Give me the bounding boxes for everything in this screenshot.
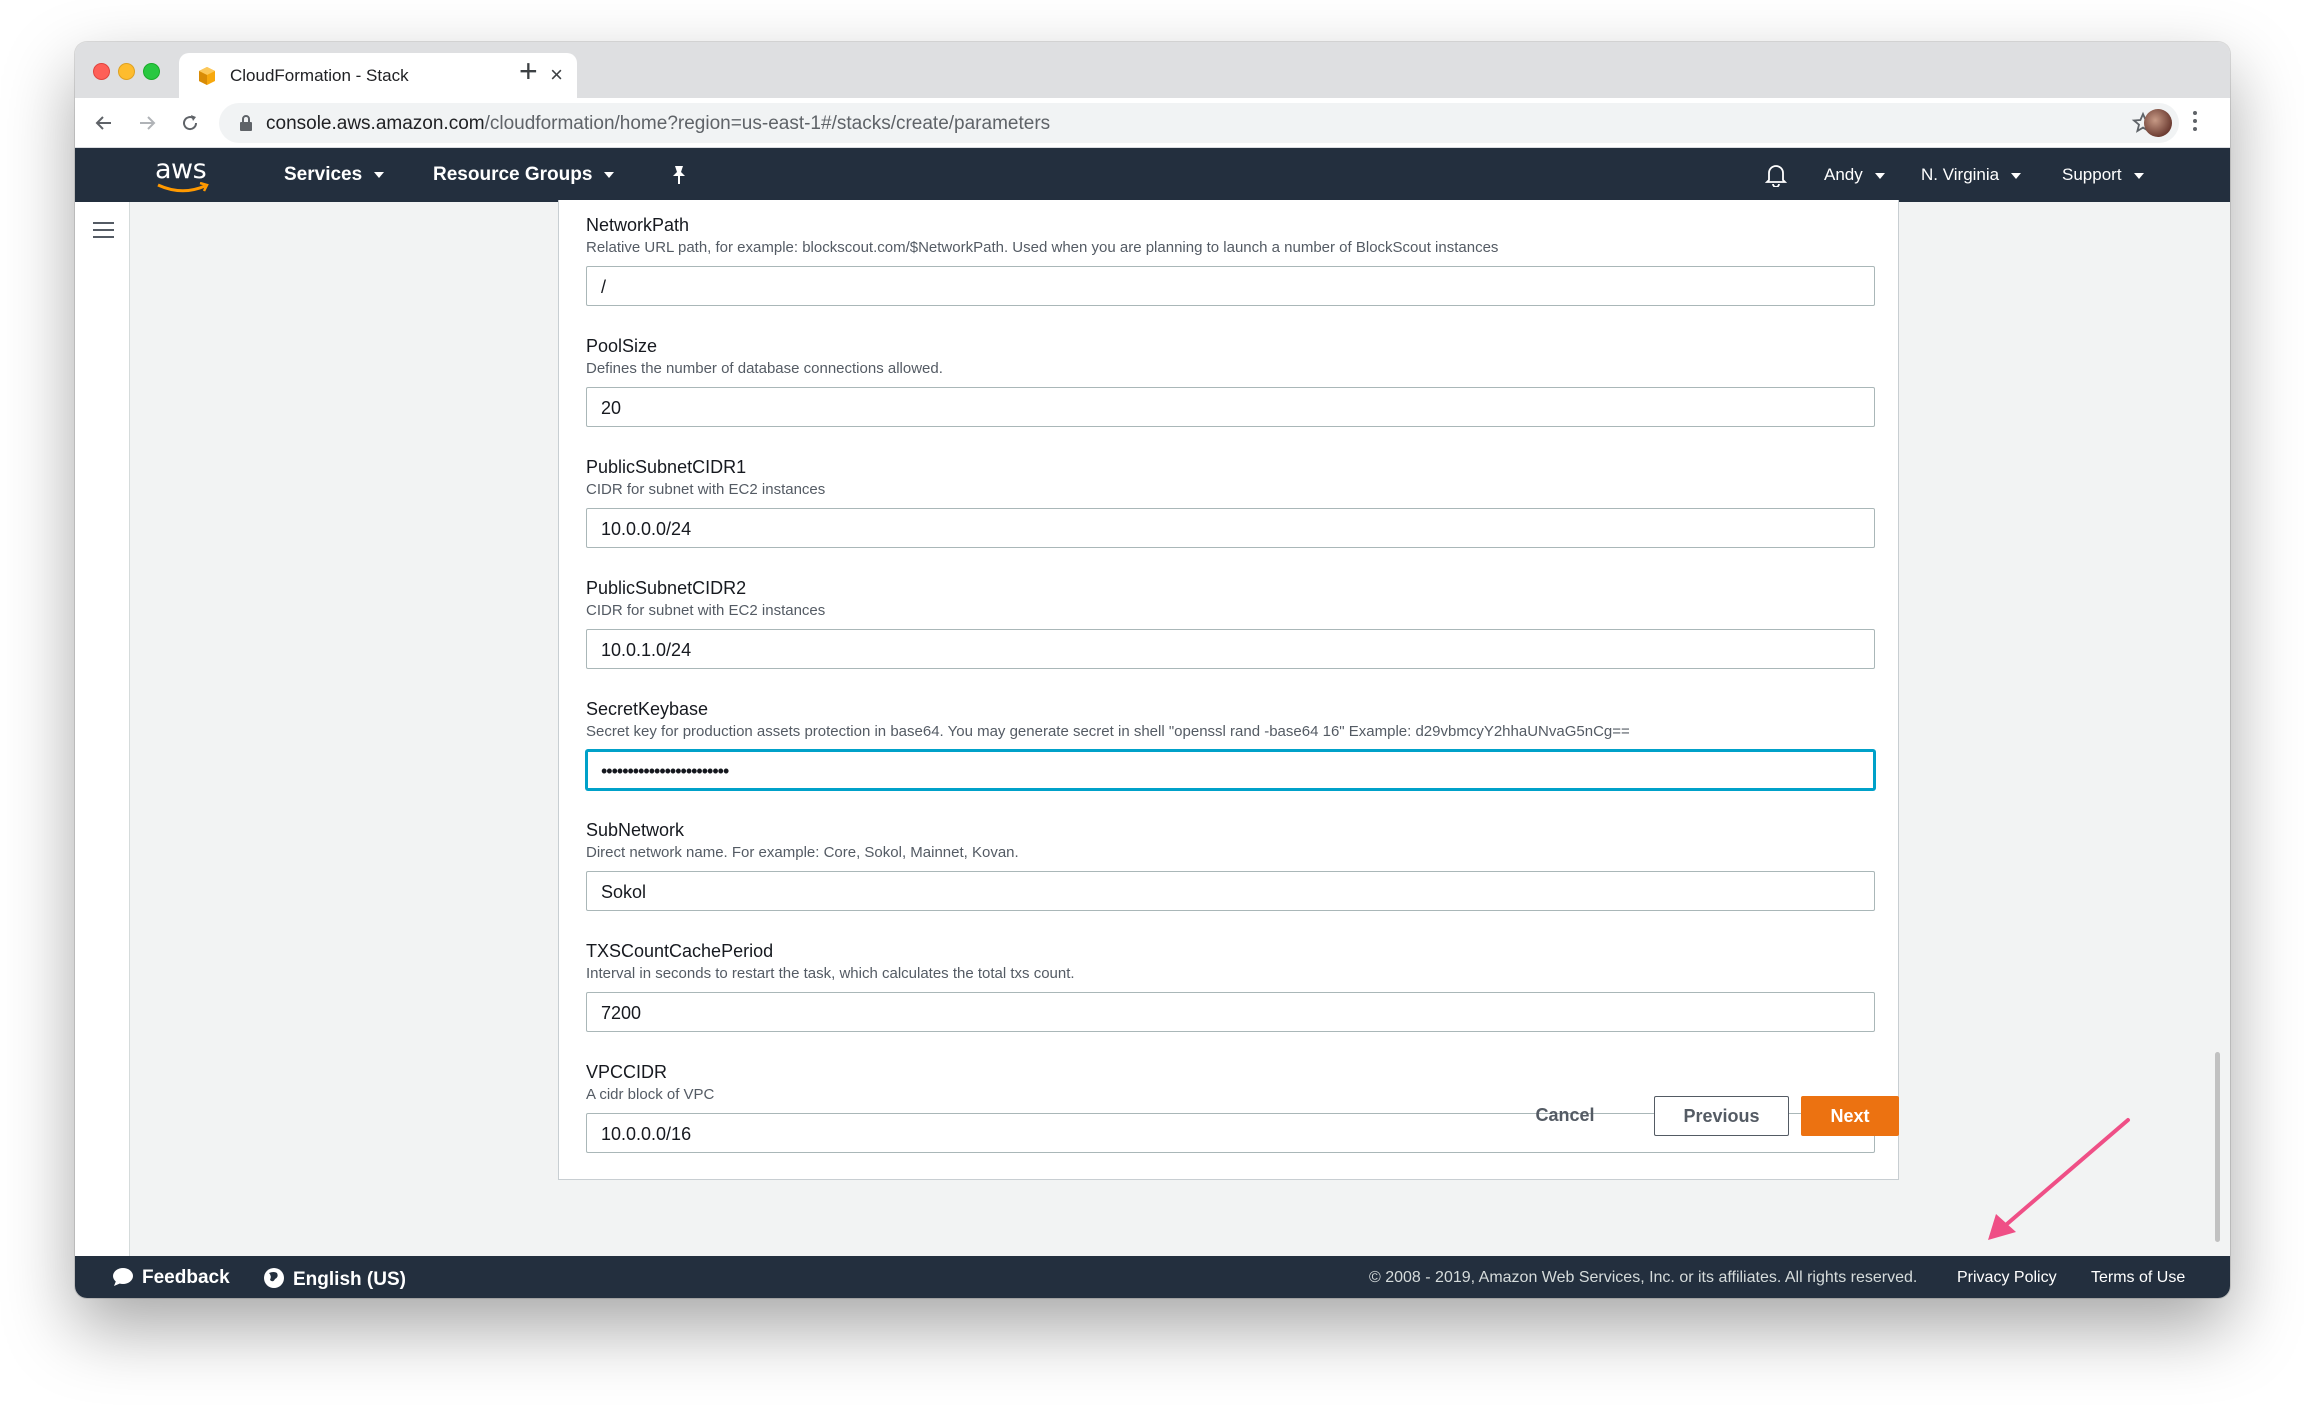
page-scrollbar[interactable] <box>2215 1052 2220 1242</box>
browser-menu-icon[interactable] <box>2193 111 2199 135</box>
parameter-secret-keybase: SecretKeybase Secret key for production … <box>586 698 1876 790</box>
chevron-down-icon <box>374 171 385 178</box>
previous-button[interactable]: Previous <box>1654 1096 1789 1136</box>
privacy-policy-link[interactable]: Privacy Policy <box>1957 1269 2057 1287</box>
url-text[interactable]: console.aws.amazon.com/cloudformation/ho… <box>266 113 1050 135</box>
field-label: PublicSubnetCIDR2 <box>586 578 747 598</box>
secret-keybase-password-input[interactable]: •••••••••••••••••••••••• <box>586 750 1875 790</box>
console-footer: Feedback English (US) © 2008 - 2019, Ama… <box>75 1256 2230 1298</box>
notifications-bell-icon[interactable] <box>1765 163 1787 187</box>
language-selector[interactable]: English (US) <box>263 1267 406 1291</box>
back-arrow-icon[interactable] <box>89 108 119 138</box>
url-host: console.aws.amazon.com <box>266 113 485 134</box>
close-window-button[interactable] <box>93 63 110 80</box>
field-description: CIDR for subnet with EC2 instances <box>586 602 826 619</box>
field-description: Direct network name. For example: Core, … <box>586 844 1019 861</box>
copyright-text: © 2008 - 2019, Amazon Web Services, Inc.… <box>1369 1269 1918 1286</box>
parameter-txs-count-cache-period: TXSCountCachePeriod Interval in seconds … <box>586 940 1876 1032</box>
field-description: Interval in seconds to restart the task,… <box>586 965 1075 982</box>
field-label: SubNetwork <box>586 820 685 840</box>
chevron-down-icon <box>1874 172 1885 179</box>
maximize-window-button[interactable] <box>143 63 160 80</box>
hamburger-menu-icon[interactable] <box>93 222 114 243</box>
region-label: N. Virginia <box>1921 165 2000 184</box>
cloudformation-favicon-icon <box>199 67 215 85</box>
public-subnet-cidr1-input[interactable]: 10.0.0.0/24 <box>586 508 1875 548</box>
address-bar[interactable]: console.aws.amazon.com/cloudformation/ho… <box>219 103 2179 143</box>
reload-icon[interactable] <box>175 108 205 138</box>
region-menu[interactable]: N. Virginia <box>1921 165 2022 185</box>
sub-network-input[interactable]: Sokol <box>586 871 1875 911</box>
resource-groups-label: Resource Groups <box>433 164 593 185</box>
tab-strip: CloudFormation - Stack × + <box>75 42 2230 98</box>
services-label: Services <box>284 164 363 185</box>
field-label: VPCCIDR <box>586 1062 668 1082</box>
field-label: PublicSubnetCIDR1 <box>586 457 747 477</box>
aws-logo[interactable]: aws <box>155 154 211 194</box>
field-label: TXSCountCachePeriod <box>586 941 774 961</box>
browser-tab[interactable]: CloudFormation - Stack × <box>179 53 577 98</box>
next-button[interactable]: Next <box>1801 1096 1899 1136</box>
forward-arrow-icon[interactable] <box>132 108 162 138</box>
support-label: Support <box>2062 165 2122 184</box>
lock-icon <box>240 115 252 131</box>
terms-of-use-link[interactable]: Terms of Use <box>2091 1269 2185 1287</box>
chevron-down-icon <box>604 171 615 178</box>
tab-title: CloudFormation - Stack <box>230 66 409 85</box>
field-description: Relative URL path, for example: blocksco… <box>586 239 1499 256</box>
field-label: PoolSize <box>586 336 658 356</box>
parameter-sub-network: SubNetwork Direct network name. For exam… <box>586 819 1876 911</box>
parameter-pool-size: PoolSize Defines the number of database … <box>586 335 1876 427</box>
txs-count-cache-period-input[interactable]: 7200 <box>586 992 1875 1032</box>
language-label: English (US) <box>293 1269 406 1290</box>
network-path-input[interactable]: / <box>586 266 1875 306</box>
feedback-speech-bubble-icon <box>113 1268 133 1286</box>
globe-icon <box>264 1268 284 1288</box>
public-subnet-cidr2-input[interactable]: 10.0.1.0/24 <box>586 629 1875 669</box>
support-menu[interactable]: Support <box>2062 165 2144 185</box>
feedback-label: Feedback <box>142 1267 230 1288</box>
chevron-down-icon <box>2133 172 2144 179</box>
main-content: NetworkPath Relative URL path, for examp… <box>75 200 2230 1256</box>
browser-window: CloudFormation - Stack × + console.aws.a… <box>75 42 2230 1298</box>
parameter-public-subnet-cidr2: PublicSubnetCIDR2 CIDR for subnet with E… <box>586 577 1876 669</box>
aws-smile-icon <box>157 182 209 193</box>
new-tab-button[interactable]: + <box>519 54 538 88</box>
field-label: SecretKeybase <box>586 699 709 719</box>
services-menu[interactable]: Services <box>284 164 385 186</box>
field-description: Secret key for production assets protect… <box>586 723 1630 740</box>
field-description: Defines the number of database connectio… <box>586 360 943 377</box>
parameter-network-path: NetworkPath Relative URL path, for examp… <box>586 214 1876 306</box>
url-path: /cloudformation/home?region=us-east-1#/s… <box>484 113 1051 134</box>
minimize-window-button[interactable] <box>118 63 135 80</box>
user-menu[interactable]: Andy <box>1824 165 1885 185</box>
profile-avatar[interactable] <box>2144 109 2172 137</box>
tab-close-icon[interactable]: × <box>550 62 563 88</box>
side-nav <box>75 202 130 1256</box>
browser-toolbar: console.aws.amazon.com/cloudformation/ho… <box>75 98 2230 148</box>
parameters-panel: NetworkPath Relative URL path, for examp… <box>558 200 1899 1180</box>
parameter-public-subnet-cidr1: PublicSubnetCIDR1 CIDR for subnet with E… <box>586 456 1876 548</box>
chevron-down-icon <box>2011 172 2022 179</box>
pool-size-input[interactable]: 20 <box>586 387 1875 427</box>
cancel-button[interactable]: Cancel <box>1527 1095 1603 1135</box>
aws-logo-text: aws <box>155 154 207 185</box>
screenshot-stage: CloudFormation - Stack × + console.aws.a… <box>0 0 2304 1405</box>
user-label: Andy <box>1824 165 1863 184</box>
field-label: NetworkPath <box>586 215 690 235</box>
resource-groups-menu[interactable]: Resource Groups <box>433 164 615 186</box>
aws-top-nav: aws Services Resource Groups Andy N. Vir… <box>75 148 2230 202</box>
annotation-arrow-icon <box>1988 1118 2130 1240</box>
pin-icon[interactable] <box>670 164 688 186</box>
feedback-link[interactable]: Feedback <box>112 1267 230 1289</box>
field-description: CIDR for subnet with EC2 instances <box>586 481 826 498</box>
